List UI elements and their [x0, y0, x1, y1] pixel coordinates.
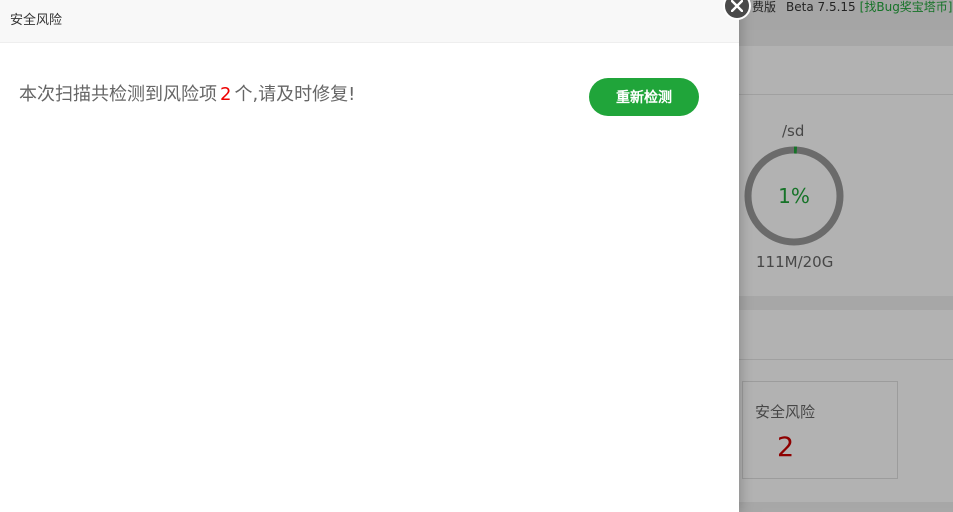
summary-suffix: 个,请及时修复! — [234, 84, 356, 105]
close-icon — [731, 0, 743, 12]
summary-prefix: 本次扫描共检测到风险项 — [19, 84, 217, 105]
security-risk-dialog: 安全风险 本次扫描共检测到风险项 2 个,请及时修复! 重新检测 — [0, 0, 751, 512]
dialog-title: 安全风险 — [0, 0, 739, 43]
scan-summary: 本次扫描共检测到风险项 2 个,请及时修复! — [19, 80, 355, 106]
risk-count: 2 — [220, 84, 232, 105]
rescan-button[interactable]: 重新检测 — [589, 78, 699, 116]
